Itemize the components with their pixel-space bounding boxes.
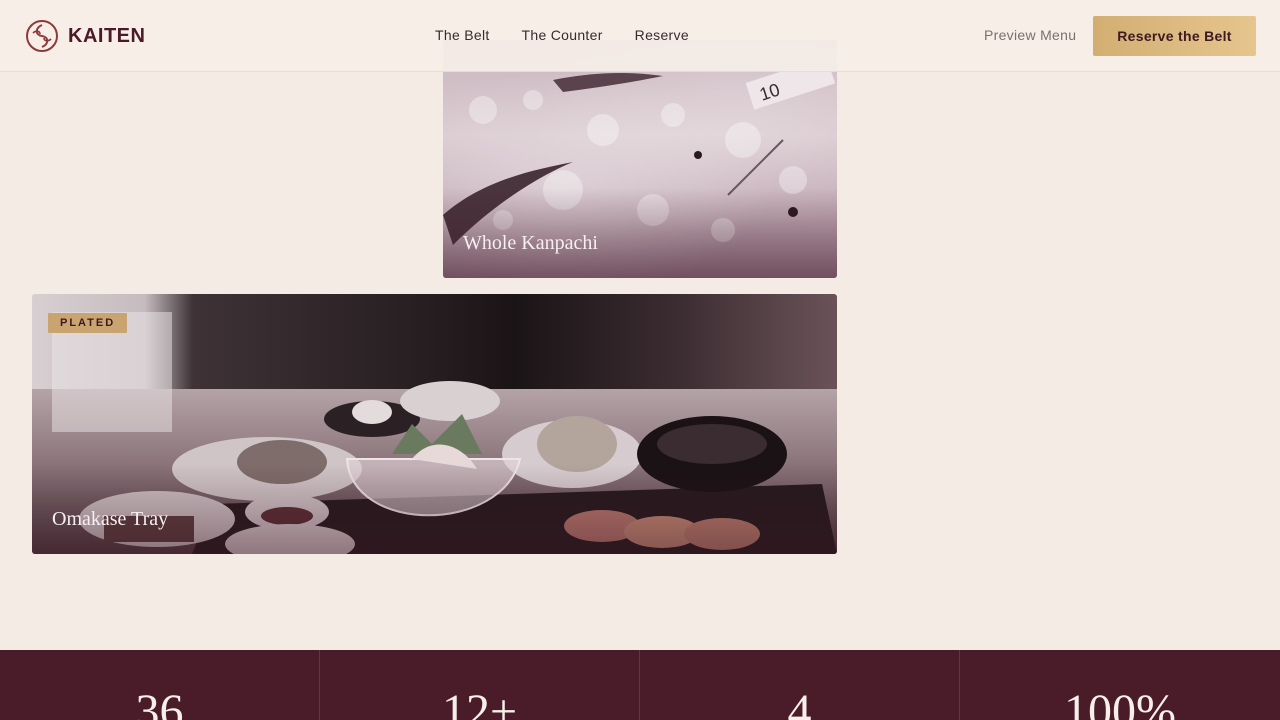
nav-item-the-belt[interactable]: The Belt [435,27,490,43]
stat-item: 100% [960,650,1280,720]
reserve-the-belt-button[interactable]: Reserve the Belt [1093,16,1256,56]
card-caption: Whole Kanpachi [463,232,598,254]
spiral-logo-icon [26,20,58,52]
stat-value: 4 [787,685,812,720]
gallery-card-omakase-tray[interactable]: PLATED Omakase Tray [32,294,837,554]
stat-item: 36 [0,650,320,720]
main-nav: The Belt The Counter Reserve [435,27,721,43]
stats-band: 36 12+ 4 100% [0,650,1280,720]
nav-item-reserve[interactable]: Reserve [635,27,689,43]
stat-value: 36 [135,685,184,720]
preview-menu-link[interactable]: Preview Menu [984,27,1076,43]
stat-item: 4 [640,650,960,720]
brand-logo[interactable]: KAITEN [26,20,145,52]
gallery-card-whole-kanpachi[interactable]: 10 Whole Kanpachi [443,40,837,278]
stat-value: 12+ [441,685,518,720]
brand-name: KAITEN [68,24,146,47]
plated-badge: PLATED [48,313,128,333]
nav-item-the-counter[interactable]: The Counter [522,27,603,43]
site-header: KAITEN The Belt The Counter Reserve Prev… [0,0,1280,72]
stat-item: 12+ [320,650,640,720]
card-caption: Omakase Tray [52,508,169,530]
stat-value: 100% [1064,685,1176,720]
